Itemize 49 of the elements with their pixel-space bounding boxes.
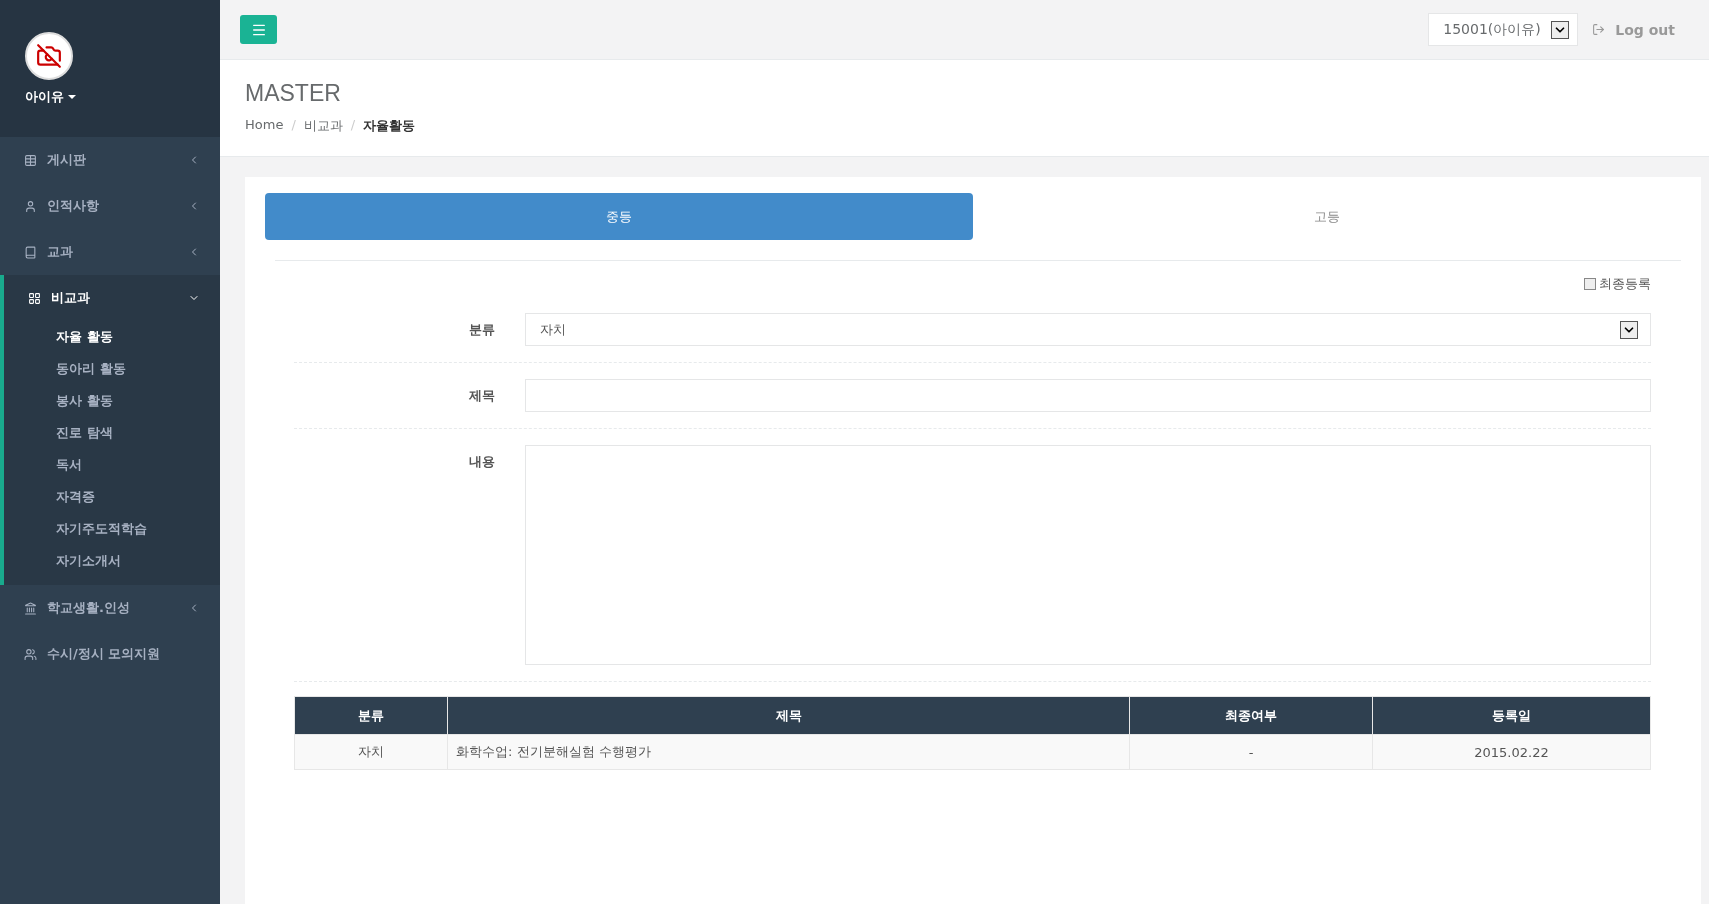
field-label: 내용 [468,453,496,471]
user-icon [24,199,37,213]
breadcrumb-separator: / [350,117,356,134]
final-register-checkbox[interactable]: 최종등록 [1584,275,1651,293]
column-header: 제목 [447,696,1130,735]
profile-name[interactable]: 아이유 [25,88,220,106]
sidebar-item[interactable]: 교과 [4,229,220,275]
submenu-item[interactable]: 진로 탐색 [4,417,220,449]
logout-icon [1592,23,1606,36]
no-camera-icon [36,43,62,69]
category-select[interactable]: 자치 [525,313,1651,346]
tab[interactable]: 중등 [265,193,973,240]
submenu-item[interactable]: 자격증 [4,481,220,513]
submenu-item[interactable]: 자기소개서 [4,545,220,577]
field-label: 제목 [468,387,496,405]
tab[interactable]: 고등 [973,193,1681,240]
caret-icon [68,95,76,99]
field-label: 분류 [468,321,496,339]
column-header: 분류 [294,696,448,735]
sidebar-item[interactable]: 인적사항 [4,183,220,229]
submenu-item[interactable]: 봉사 활동 [4,385,220,417]
content-textarea[interactable] [525,445,1651,665]
breadcrumb-item: 자율활동 [363,117,416,135]
submenu-item[interactable]: 자기주도적학습 [4,513,220,545]
breadcrumb-item[interactable]: Home [245,117,284,135]
table-cell: - [1129,734,1373,770]
submenu-item[interactable]: 자율 활동 [4,321,220,353]
sidebar-item[interactable]: 수시/정시 모의지원 [4,631,220,677]
sidebar-item[interactable]: 학교생활.인성 [4,585,220,631]
title-input[interactable] [525,379,1651,412]
book-icon [24,245,37,259]
table-cell: 화학수업: 전기분해실험 수행평가 [447,734,1130,770]
table-cell: 2015.02.22 [1372,734,1651,770]
breadcrumb-separator: / [291,117,296,134]
bank-icon [24,601,37,615]
column-header: 최종여부 [1129,696,1373,735]
page-title: MASTER [245,80,342,107]
user-select[interactable]: 15001(아이유) [1428,13,1579,46]
column-header: 등록일 [1372,696,1651,735]
submenu-item[interactable]: 동아리 활동 [4,353,220,385]
table-icon [24,153,37,167]
users-icon [24,647,37,661]
sidebar-item[interactable]: 비교과 [4,275,220,321]
breadcrumb-item[interactable]: 비교과 [303,117,343,135]
menu-button[interactable] [240,15,277,44]
table-cell: 자치 [294,734,448,770]
grid-icon [28,291,41,305]
sidebar-item[interactable]: 게시판 [4,137,220,183]
submenu-item[interactable]: 독서 [4,449,220,481]
